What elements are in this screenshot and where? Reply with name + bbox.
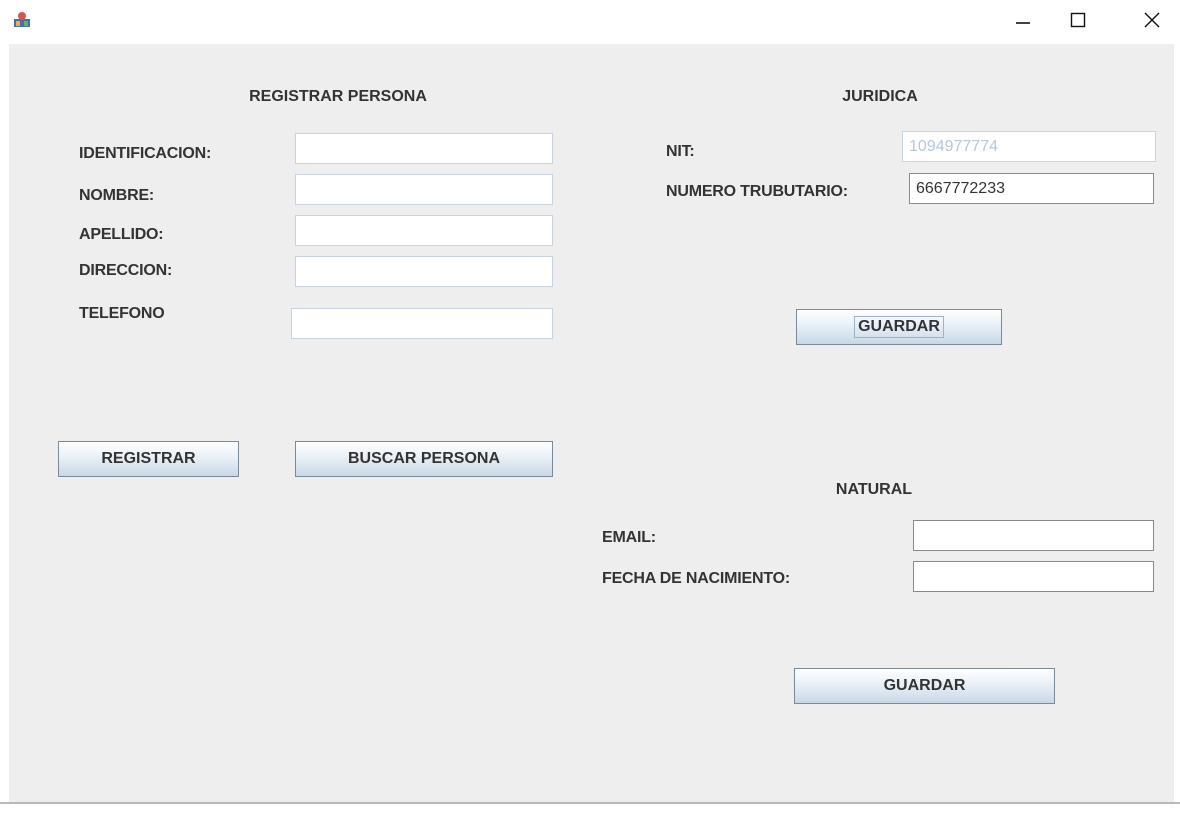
natural-guardar-button[interactable]: GUARDAR [794,668,1055,704]
natural-guardar-button-label: GUARDAR [883,677,966,694]
direccion-label: DIRECCION: [79,262,173,279]
maximize-icon [1070,12,1086,28]
main-panel: REGISTRAR PERSONA IDENTIFICACION: NOMBRE… [9,44,1174,802]
window-bottom-edge [0,802,1180,816]
identificacion-label: IDENTIFICACION: [79,145,212,162]
registrar-button-label: REGISTRAR [101,450,196,467]
direccion-input[interactable] [295,256,553,287]
registrar-button[interactable]: REGISTRAR [58,441,239,477]
minimize-icon [1016,22,1030,24]
nombre-label: NOMBRE: [79,187,155,204]
nit-input [902,131,1156,162]
numero-tributario-label: NUMERO TRUBUTARIO: [666,183,848,200]
email-label: EMAIL: [602,529,656,546]
minimize-button[interactable] [1000,0,1046,40]
nombre-input[interactable] [295,174,553,205]
buscar-persona-button-label: BUSCAR PERSONA [347,450,500,467]
juridica-guardar-button[interactable]: GUARDAR [796,309,1002,345]
juridica-title: JURIDICA [842,88,918,105]
registrar-persona-title: REGISTRAR PERSONA [249,88,427,105]
telefono-label: TELEFONO [79,305,165,322]
email-input[interactable] [913,520,1154,551]
fecha-nacimiento-input[interactable] [913,561,1154,592]
close-icon [1144,12,1160,28]
numero-tributario-input[interactable] [909,173,1154,204]
close-button[interactable] [1129,0,1175,40]
maximize-button[interactable] [1055,0,1101,40]
telefono-input[interactable] [291,308,553,339]
java-app-icon [13,10,31,28]
apellido-label: APELLIDO: [79,226,164,243]
buscar-persona-button[interactable]: BUSCAR PERSONA [295,441,553,477]
fecha-nacimiento-label: FECHA DE NACIMIENTO: [602,570,791,587]
apellido-input[interactable] [295,215,553,246]
window-titlebar [0,0,1180,44]
natural-title: NATURAL [835,481,913,498]
nit-label: NIT: [666,143,695,160]
identificacion-input[interactable] [295,133,553,164]
juridica-guardar-button-label: GUARDAR [854,316,944,338]
